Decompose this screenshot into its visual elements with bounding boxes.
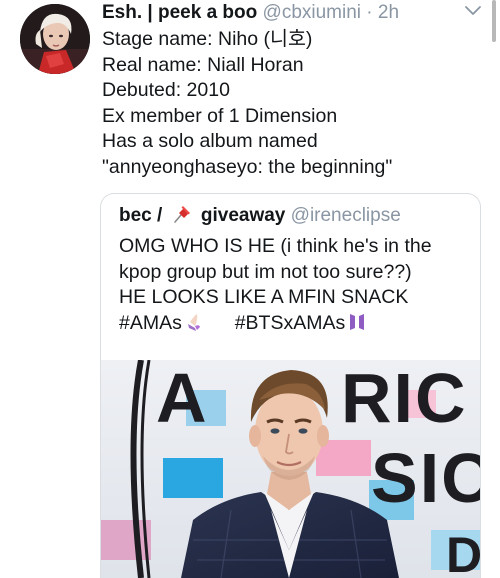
avatar[interactable] xyxy=(20,4,90,74)
tweet-line: Has a solo album named xyxy=(102,130,318,153)
backdrop-text: SIC xyxy=(371,439,480,517)
tweet-timestamp[interactable]: 2h xyxy=(378,2,399,23)
tweet-header: Esh. | peek a boo @cbxiumini · 2h xyxy=(102,0,462,26)
quoted-tweet-header: bec / giveaway @ireneclipse xyxy=(119,203,401,232)
quoted-handle: @ireneclipse xyxy=(290,205,401,226)
backdrop-text: D xyxy=(446,527,480,578)
quoted-hashtag-line: #AMAs #BTSxAMAs xyxy=(119,311,469,340)
hashtag-amas[interactable]: #AMAs xyxy=(119,312,182,334)
quoted-display-name: bec / xyxy=(119,205,163,226)
pushpin-emoji-icon xyxy=(172,204,192,232)
scrollbar[interactable] xyxy=(492,0,496,42)
quoted-display-name-suffix: giveaway xyxy=(200,205,286,226)
backdrop-text: A xyxy=(156,360,207,437)
user-handle[interactable]: @cbxiumini xyxy=(263,2,361,23)
bts-logo-emoji-icon xyxy=(349,312,365,340)
separator-dot: · xyxy=(366,2,373,23)
tweet-line: Real name: Niall Horan xyxy=(102,53,304,76)
tweet-line: Stage name: Niho (니호) xyxy=(102,28,313,50)
hashtag-btsxamas[interactable]: #BTSxAMAs xyxy=(235,312,346,334)
tweet-line: Ex member of 1 Dimension xyxy=(102,104,338,127)
quoted-line: kpop group but im not too sure??) xyxy=(119,260,412,283)
tweet-text: Stage name: Niho (니호) Real name: Niall H… xyxy=(102,27,487,181)
display-name[interactable]: Esh. | peek a boo xyxy=(102,2,257,23)
quoted-tweet-text: OMG WHO IS HE (i think he's in the kpop … xyxy=(119,234,469,339)
quoted-tweet-photo[interactable]: A RIC SIC D xyxy=(101,360,480,578)
nail-polish-emoji-icon xyxy=(186,312,204,340)
tweet-line: "annyeonghaseyo: the beginning" xyxy=(102,155,393,178)
chevron-down-icon[interactable] xyxy=(464,4,482,18)
tweet-line: Debuted: 2010 xyxy=(102,79,230,102)
backdrop-text: RIC xyxy=(341,360,468,437)
quoted-line: HE LOOKS LIKE A MFIN SNACK xyxy=(119,286,409,309)
quoted-line: OMG WHO IS HE (i think he's in the xyxy=(119,235,432,257)
quoted-tweet-card[interactable]: bec / giveaway @ireneclipse OMG WHO IS H… xyxy=(100,193,481,578)
